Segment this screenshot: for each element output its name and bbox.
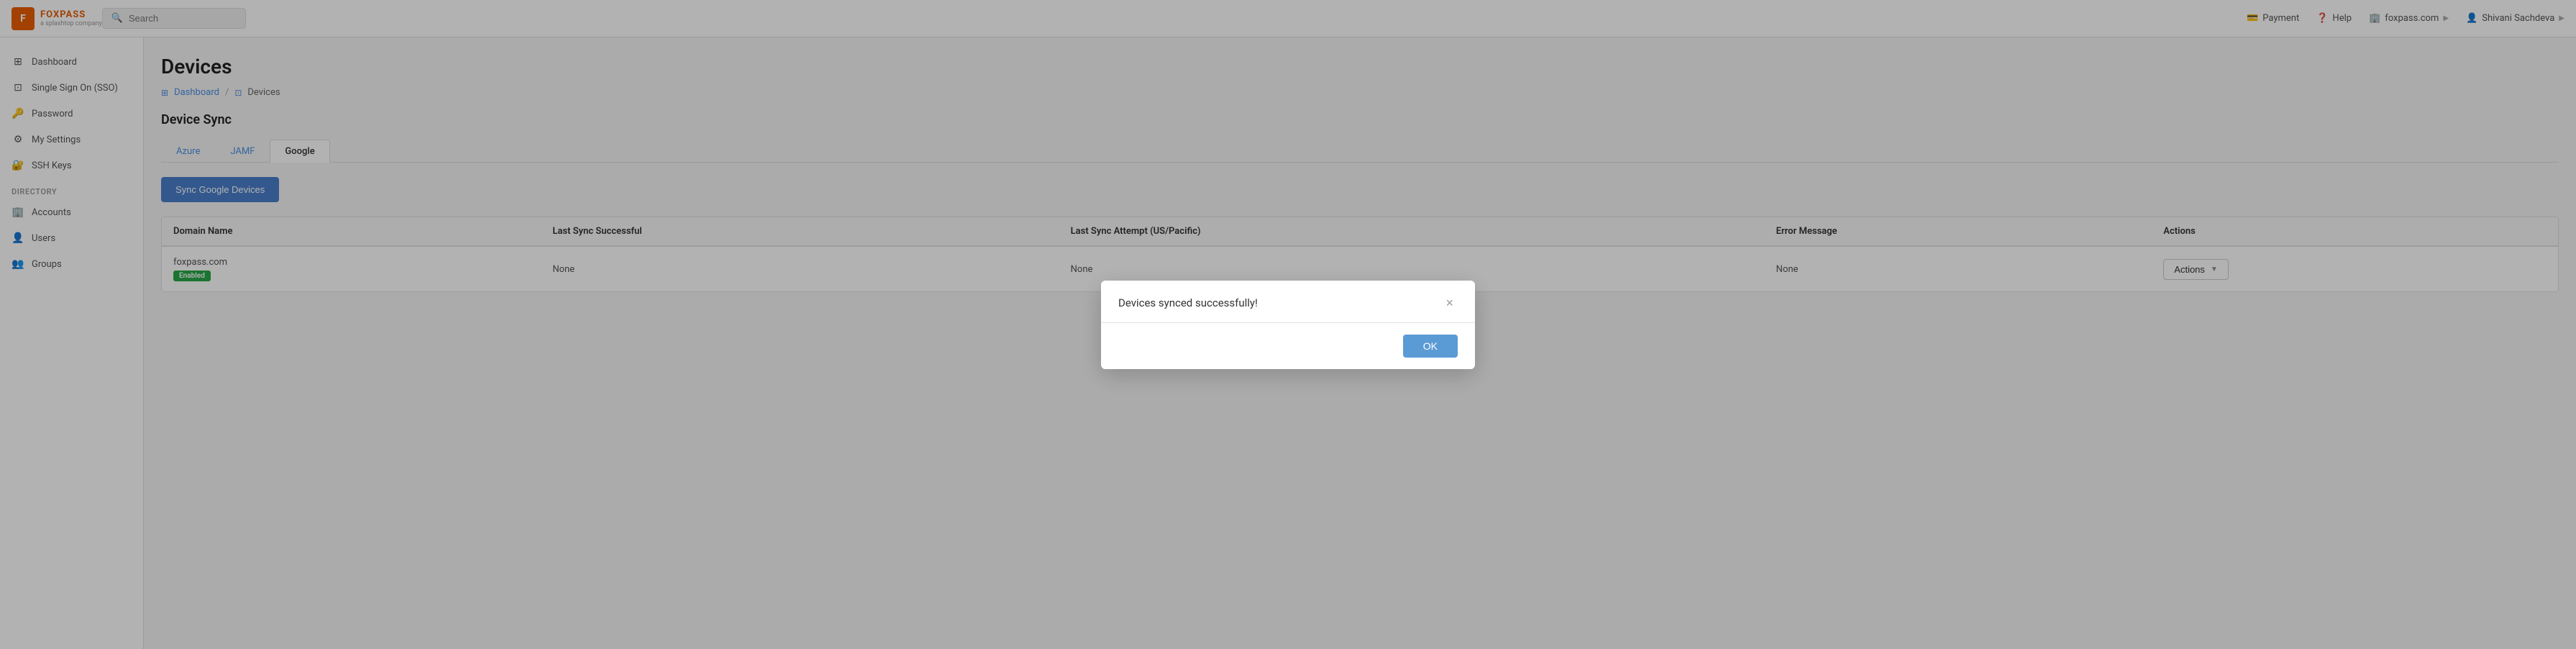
modal-footer: OK (1101, 323, 1475, 369)
modal-close-button[interactable]: × (1441, 295, 1458, 311)
success-modal: Devices synced successfully! × OK (1101, 281, 1475, 369)
modal-message: Devices synced successfully! (1118, 296, 1258, 309)
modal-header: Devices synced successfully! × (1101, 281, 1475, 323)
modal-ok-button[interactable]: OK (1403, 335, 1458, 358)
modal-overlay[interactable]: Devices synced successfully! × OK (0, 0, 2576, 649)
